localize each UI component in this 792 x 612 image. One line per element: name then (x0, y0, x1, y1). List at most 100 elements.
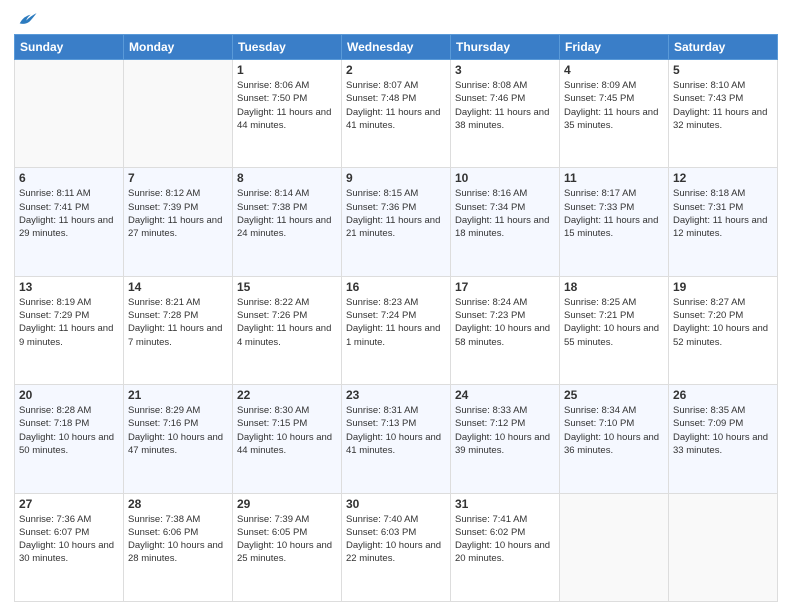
day-number: 28 (128, 497, 228, 511)
day-info: Sunrise: 8:23 AM Sunset: 7:24 PM Dayligh… (346, 296, 446, 349)
calendar-cell: 12 Sunrise: 8:18 AM Sunset: 7:31 PM Dayli… (669, 168, 778, 276)
day-header-sunday: Sunday (15, 35, 124, 60)
day-info: Sunrise: 8:24 AM Sunset: 7:23 PM Dayligh… (455, 296, 555, 349)
calendar-cell: 22 Sunrise: 8:30 AM Sunset: 7:15 PM Dayli… (233, 385, 342, 493)
calendar-cell: 31 Sunrise: 7:41 AM Sunset: 6:02 PM Dayli… (451, 493, 560, 601)
calendar-cell (124, 60, 233, 168)
calendar-cell: 13Sunrise: 8:19 AM Sunset: 7:29 PM Dayli… (15, 276, 124, 384)
day-number: 18 (564, 280, 664, 294)
day-info: Sunrise: 7:40 AM Sunset: 6:03 PM Dayligh… (346, 513, 446, 566)
day-info: Sunrise: 8:18 AM Sunset: 7:31 PM Dayligh… (673, 187, 773, 240)
calendar-cell: 30 Sunrise: 7:40 AM Sunset: 6:03 PM Dayli… (342, 493, 451, 601)
day-info: Sunrise: 8:06 AM Sunset: 7:50 PM Dayligh… (237, 79, 337, 132)
day-info: Sunrise: 7:39 AM Sunset: 6:05 PM Dayligh… (237, 513, 337, 566)
day-number: 17 (455, 280, 555, 294)
calendar-cell: 1 Sunrise: 8:06 AM Sunset: 7:50 PM Daylig… (233, 60, 342, 168)
day-info: Sunrise: 8:10 AM Sunset: 7:43 PM Dayligh… (673, 79, 773, 132)
day-number: 1 (237, 63, 337, 77)
day-number: 5 (673, 63, 773, 77)
day-number: 9 (346, 171, 446, 185)
day-number: 25 (564, 388, 664, 402)
calendar-week-4: 27Sunrise: 7:36 AM Sunset: 6:07 PM Dayli… (15, 493, 778, 601)
calendar-cell: 8 Sunrise: 8:14 AM Sunset: 7:38 PM Daylig… (233, 168, 342, 276)
day-number: 20 (19, 388, 119, 402)
calendar-cell: 14 Sunrise: 8:21 AM Sunset: 7:28 PM Dayli… (124, 276, 233, 384)
calendar-cell: 27Sunrise: 7:36 AM Sunset: 6:07 PM Dayli… (15, 493, 124, 601)
day-info: Sunrise: 8:17 AM Sunset: 7:33 PM Dayligh… (564, 187, 664, 240)
calendar-cell (15, 60, 124, 168)
day-number: 6 (19, 171, 119, 185)
calendar-week-0: 1 Sunrise: 8:06 AM Sunset: 7:50 PM Daylig… (15, 60, 778, 168)
calendar-cell: 29Sunrise: 7:39 AM Sunset: 6:05 PM Dayli… (233, 493, 342, 601)
calendar-cell: 17 Sunrise: 8:24 AM Sunset: 7:23 PM Dayli… (451, 276, 560, 384)
day-number: 10 (455, 171, 555, 185)
calendar-cell: 21 Sunrise: 8:29 AM Sunset: 7:16 PM Dayli… (124, 385, 233, 493)
day-info: Sunrise: 8:09 AM Sunset: 7:45 PM Dayligh… (564, 79, 664, 132)
day-number: 16 (346, 280, 446, 294)
calendar-cell: 24 Sunrise: 8:33 AM Sunset: 7:12 PM Dayli… (451, 385, 560, 493)
calendar-cell: 10Sunrise: 8:16 AM Sunset: 7:34 PM Dayli… (451, 168, 560, 276)
calendar-cell: 25Sunrise: 8:34 AM Sunset: 7:10 PM Dayli… (560, 385, 669, 493)
calendar-header-row: SundayMondayTuesdayWednesdayThursdayFrid… (15, 35, 778, 60)
logo (14, 10, 38, 28)
day-info: Sunrise: 8:12 AM Sunset: 7:39 PM Dayligh… (128, 187, 228, 240)
day-info: Sunrise: 8:27 AM Sunset: 7:20 PM Dayligh… (673, 296, 773, 349)
day-number: 3 (455, 63, 555, 77)
day-info: Sunrise: 8:30 AM Sunset: 7:15 PM Dayligh… (237, 404, 337, 457)
day-number: 23 (346, 388, 446, 402)
day-info: Sunrise: 8:19 AM Sunset: 7:29 PM Dayligh… (19, 296, 119, 349)
day-info: Sunrise: 8:29 AM Sunset: 7:16 PM Dayligh… (128, 404, 228, 457)
calendar-cell (669, 493, 778, 601)
calendar-cell: 2Sunrise: 8:07 AM Sunset: 7:48 PM Daylig… (342, 60, 451, 168)
calendar-week-3: 20 Sunrise: 8:28 AM Sunset: 7:18 PM Dayli… (15, 385, 778, 493)
day-number: 4 (564, 63, 664, 77)
day-number: 31 (455, 497, 555, 511)
calendar-cell: 11 Sunrise: 8:17 AM Sunset: 7:33 PM Dayli… (560, 168, 669, 276)
calendar-week-2: 13Sunrise: 8:19 AM Sunset: 7:29 PM Dayli… (15, 276, 778, 384)
calendar-cell: 3Sunrise: 8:08 AM Sunset: 7:46 PM Daylig… (451, 60, 560, 168)
calendar-cell: 6 Sunrise: 8:11 AM Sunset: 7:41 PM Daylig… (15, 168, 124, 276)
day-info: Sunrise: 8:31 AM Sunset: 7:13 PM Dayligh… (346, 404, 446, 457)
day-info: Sunrise: 7:41 AM Sunset: 6:02 PM Dayligh… (455, 513, 555, 566)
day-info: Sunrise: 8:21 AM Sunset: 7:28 PM Dayligh… (128, 296, 228, 349)
day-number: 19 (673, 280, 773, 294)
page: SundayMondayTuesdayWednesdayThursdayFrid… (0, 0, 792, 612)
day-number: 14 (128, 280, 228, 294)
calendar-cell: 7 Sunrise: 8:12 AM Sunset: 7:39 PM Daylig… (124, 168, 233, 276)
day-info: Sunrise: 8:15 AM Sunset: 7:36 PM Dayligh… (346, 187, 446, 240)
day-info: Sunrise: 8:33 AM Sunset: 7:12 PM Dayligh… (455, 404, 555, 457)
day-info: Sunrise: 8:22 AM Sunset: 7:26 PM Dayligh… (237, 296, 337, 349)
day-number: 26 (673, 388, 773, 402)
day-number: 30 (346, 497, 446, 511)
calendar-week-1: 6 Sunrise: 8:11 AM Sunset: 7:41 PM Daylig… (15, 168, 778, 276)
calendar-cell: 15 Sunrise: 8:22 AM Sunset: 7:26 PM Dayli… (233, 276, 342, 384)
day-header-friday: Friday (560, 35, 669, 60)
calendar-cell: 20 Sunrise: 8:28 AM Sunset: 7:18 PM Dayli… (15, 385, 124, 493)
day-info: Sunrise: 8:28 AM Sunset: 7:18 PM Dayligh… (19, 404, 119, 457)
day-info: Sunrise: 8:07 AM Sunset: 7:48 PM Dayligh… (346, 79, 446, 132)
day-info: Sunrise: 8:11 AM Sunset: 7:41 PM Dayligh… (19, 187, 119, 240)
calendar-cell: 16 Sunrise: 8:23 AM Sunset: 7:24 PM Dayli… (342, 276, 451, 384)
day-number: 12 (673, 171, 773, 185)
day-header-wednesday: Wednesday (342, 35, 451, 60)
header (14, 10, 778, 28)
day-info: Sunrise: 8:25 AM Sunset: 7:21 PM Dayligh… (564, 296, 664, 349)
day-header-thursday: Thursday (451, 35, 560, 60)
logo-area (14, 10, 38, 28)
day-number: 27 (19, 497, 119, 511)
logo-bird-icon (16, 10, 38, 28)
day-number: 21 (128, 388, 228, 402)
day-number: 15 (237, 280, 337, 294)
calendar-cell: 28Sunrise: 7:38 AM Sunset: 6:06 PM Dayli… (124, 493, 233, 601)
day-number: 24 (455, 388, 555, 402)
calendar-cell: 18 Sunrise: 8:25 AM Sunset: 7:21 PM Dayli… (560, 276, 669, 384)
day-number: 22 (237, 388, 337, 402)
day-header-tuesday: Tuesday (233, 35, 342, 60)
day-number: 11 (564, 171, 664, 185)
calendar-cell: 19 Sunrise: 8:27 AM Sunset: 7:20 PM Dayli… (669, 276, 778, 384)
calendar-cell: 23 Sunrise: 8:31 AM Sunset: 7:13 PM Dayli… (342, 385, 451, 493)
day-info: Sunrise: 8:35 AM Sunset: 7:09 PM Dayligh… (673, 404, 773, 457)
day-number: 7 (128, 171, 228, 185)
day-info: Sunrise: 8:14 AM Sunset: 7:38 PM Dayligh… (237, 187, 337, 240)
day-number: 8 (237, 171, 337, 185)
